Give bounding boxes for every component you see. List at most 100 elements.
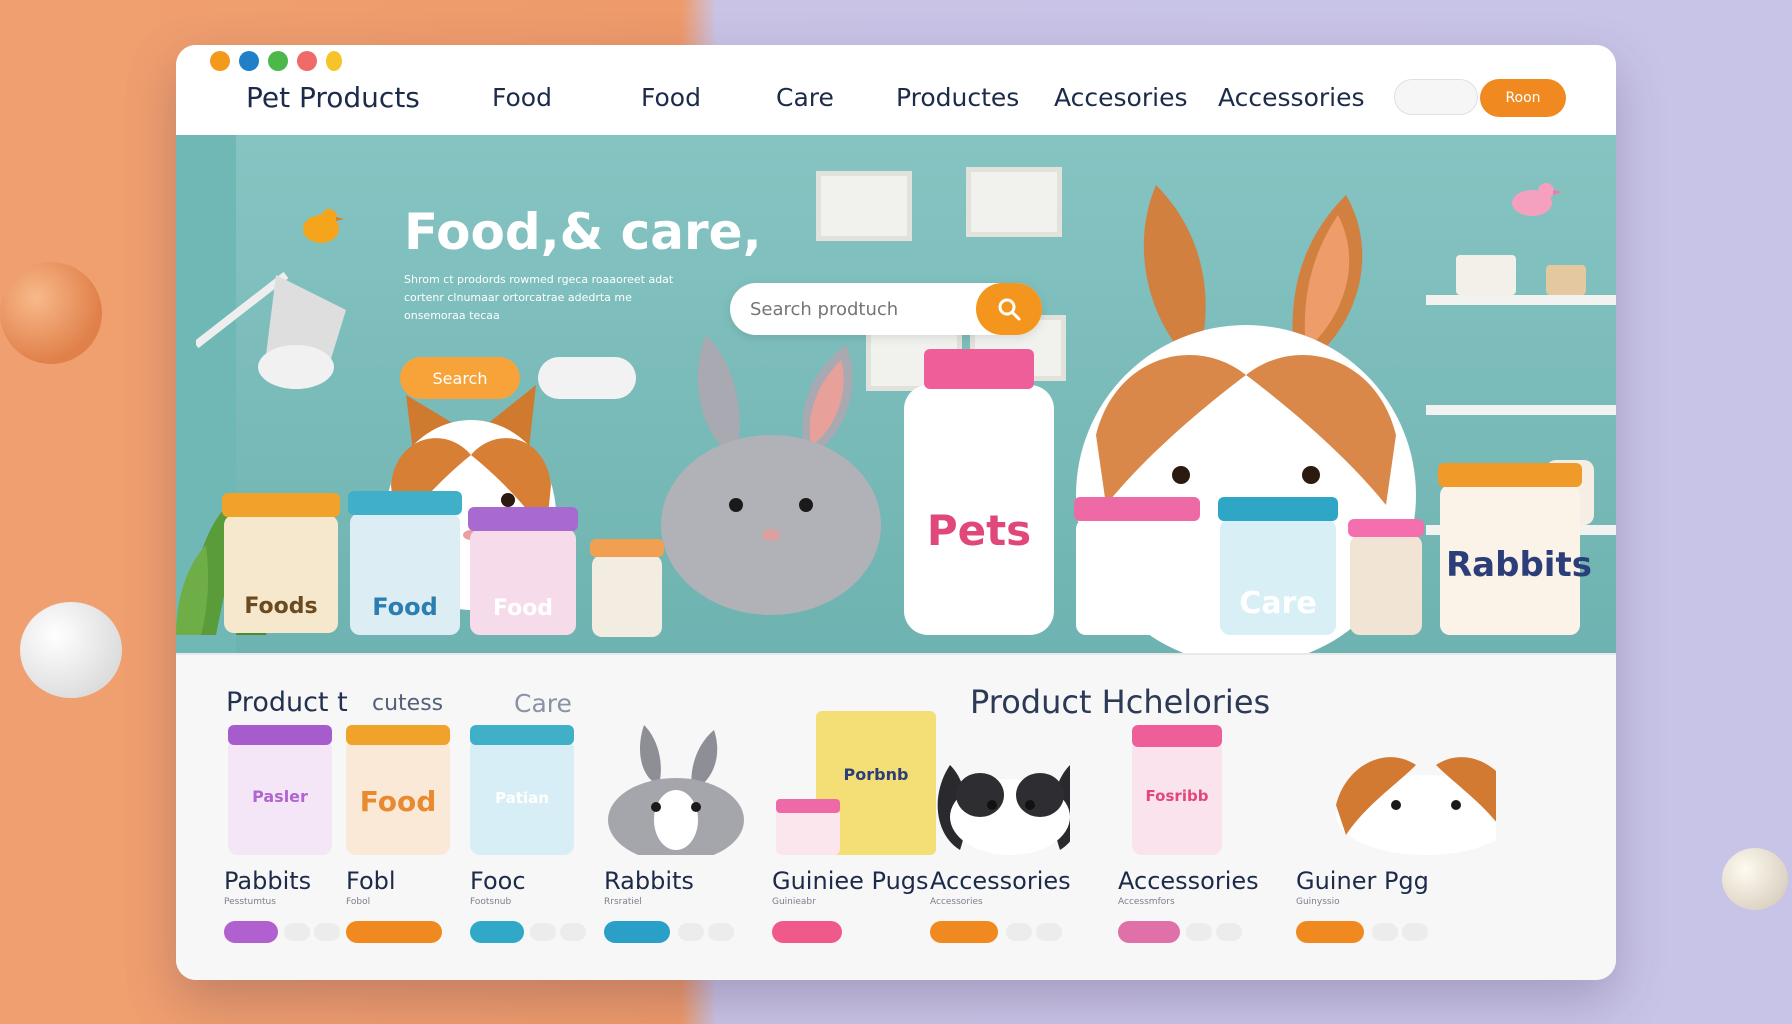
jar-label: Foods <box>244 594 318 619</box>
product-tag[interactable] <box>346 921 442 943</box>
product-image: Porbnb <box>772 711 936 855</box>
product-option[interactable] <box>314 923 340 941</box>
jar-lid <box>776 799 840 813</box>
search-submit-button[interactable] <box>976 283 1042 335</box>
jar-lid <box>1348 519 1424 537</box>
product-tag[interactable] <box>1118 921 1180 943</box>
product-option[interactable] <box>1402 923 1428 941</box>
product-tag[interactable] <box>772 921 842 943</box>
product-tag[interactable] <box>224 921 278 943</box>
browser-window: Pet Products Food Food Care Productes Ac… <box>176 45 1616 980</box>
section-title-right: Product Hchelories <box>970 683 1271 721</box>
jar-label: Food <box>359 785 437 818</box>
product-subtitle: Accessmfors <box>1118 897 1175 907</box>
product-jar-small <box>1348 519 1424 635</box>
jar-lid <box>228 725 332 745</box>
product-option[interactable] <box>678 923 704 941</box>
section-title-left-2: cutess <box>372 691 444 716</box>
product-jar-small <box>590 539 664 637</box>
rabbit-image <box>608 725 744 855</box>
product-subtitle: Guinyssio <box>1296 897 1340 907</box>
product-option[interactable] <box>1036 923 1062 941</box>
hero-subtitle: Shrom ct prodords rowmed rgeca roaaoreet… <box>404 273 674 322</box>
jar-lid <box>470 725 574 745</box>
product-option[interactable] <box>530 923 556 941</box>
jar-lid <box>1132 725 1222 747</box>
product-image: Pasler <box>224 725 364 855</box>
window-dot <box>268 51 288 71</box>
jar-label: Food <box>492 596 554 621</box>
product-title: Accessories <box>930 867 1071 895</box>
wall-frame <box>816 171 912 241</box>
guinea-pig-image <box>1336 757 1496 855</box>
jar-lid <box>1074 497 1200 521</box>
product-tag[interactable] <box>470 921 524 943</box>
nav-item-care[interactable]: Care <box>776 83 834 112</box>
nav-item-accessories[interactable]: Accessories <box>1218 83 1365 112</box>
product-card[interactable]: Porbnb Guiniee Pugs Guinieabr <box>772 711 936 943</box>
window-dot <box>297 51 317 71</box>
cta-button[interactable]: Roon <box>1480 79 1566 117</box>
product-image: Food <box>346 725 486 855</box>
product-card[interactable]: Guiner Pgg Guinyssio <box>1296 725 1496 943</box>
product-option[interactable] <box>284 923 310 941</box>
product-title: Guiner Pgg <box>1296 867 1429 895</box>
rabbit-image <box>937 765 1070 855</box>
product-option[interactable] <box>1006 923 1032 941</box>
section-title-middle: Care <box>514 689 572 718</box>
brand-logo[interactable]: Pet Products <box>246 81 420 114</box>
window-dot <box>239 51 259 71</box>
product-option[interactable] <box>1216 923 1242 941</box>
product-jar: Food <box>348 491 462 635</box>
product-subtitle: Pesstumtus <box>224 897 276 907</box>
jar-lid <box>222 493 340 517</box>
product-card[interactable]: Accessories Accessories <box>930 725 1071 943</box>
product-jar: Food <box>468 507 578 635</box>
jar-lid <box>590 539 664 557</box>
product-tag[interactable] <box>604 921 670 943</box>
nav-item-food[interactable]: Food <box>492 83 552 112</box>
search-input[interactable] <box>730 298 980 320</box>
nav-item-food-2[interactable]: Food <box>641 83 701 112</box>
hero-banner: Food,& care, Shrom ct prodords rowmed rg… <box>176 135 1616 655</box>
jar-label: Care <box>1239 586 1317 621</box>
decorative-beige-ball <box>1722 848 1788 910</box>
window-dot <box>210 51 230 71</box>
login-button[interactable] <box>1394 79 1478 115</box>
desk-lamp-icon <box>196 271 346 389</box>
bird-toy-icon <box>303 209 344 243</box>
decorative-orange-ball <box>0 262 102 364</box>
product-jar-large: Rabbits <box>1438 463 1592 635</box>
product-card[interactable]: Rabbits Rrsratiel <box>604 725 744 943</box>
shelf-board <box>1426 295 1616 305</box>
hero-title: Food,& care, <box>404 203 762 261</box>
search-icon <box>998 298 1021 321</box>
jar-lid <box>468 507 578 531</box>
nav-item-accesories[interactable]: Accesories <box>1054 83 1187 112</box>
product-tag[interactable] <box>1296 921 1364 943</box>
jar-lid <box>346 725 450 745</box>
product-jar <box>1074 497 1200 635</box>
jar-label: Pasler <box>252 787 308 806</box>
product-subtitle: Accessories <box>930 897 983 907</box>
shelf-board <box>1426 405 1616 415</box>
product-section: Product t cutess Care Product Hchelories… <box>176 655 1616 980</box>
product-option[interactable] <box>1186 923 1212 941</box>
jar-lid <box>1218 497 1338 521</box>
product-option[interactable] <box>560 923 586 941</box>
bottle-cap <box>924 349 1034 389</box>
shelf-pot <box>1546 265 1586 295</box>
jar-lid <box>348 491 462 515</box>
product-card[interactable]: Fosribb Accessories Accessmfors <box>1118 725 1259 943</box>
product-card[interactable]: Patian Fooc Footsnub <box>470 725 610 943</box>
product-title: Rabbits <box>604 867 694 895</box>
shelf-pot <box>1456 255 1516 295</box>
nav-item-products[interactable]: Productes <box>896 83 1019 112</box>
product-title: Pabbits <box>224 867 312 895</box>
product-card[interactable]: Food Fobl Fobol <box>346 725 486 943</box>
product-card[interactable]: Pasler Pabbits Pesstumtus <box>224 725 364 943</box>
product-option[interactable] <box>1372 923 1398 941</box>
product-option[interactable] <box>708 923 734 941</box>
product-tag[interactable] <box>930 921 998 943</box>
jar-label: Food <box>372 593 438 621</box>
